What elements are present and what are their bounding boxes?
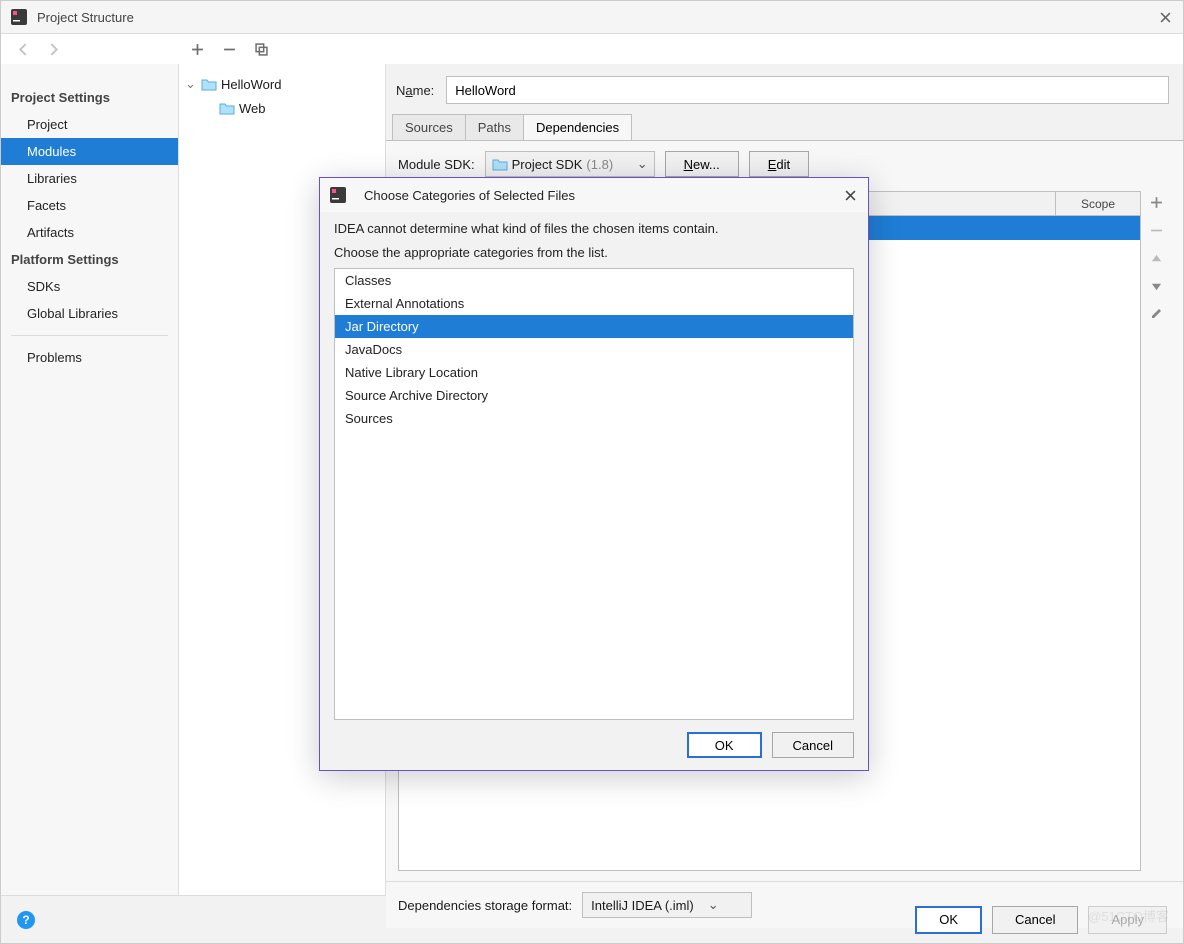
edit-icon[interactable]	[1147, 305, 1165, 323]
close-icon[interactable]	[1157, 9, 1173, 25]
close-icon[interactable]	[842, 187, 858, 203]
sidebar-item-sdks[interactable]: SDKs	[1, 273, 178, 300]
list-item[interactable]: Classes	[335, 269, 853, 292]
category-list[interactable]: ClassesExternal AnnotationsJar Directory…	[334, 268, 854, 720]
new-button[interactable]: New...	[665, 151, 739, 177]
move-down-icon[interactable]	[1147, 277, 1165, 295]
nav-row	[1, 34, 1183, 64]
dialog-cancel-button[interactable]: Cancel	[772, 732, 854, 758]
cancel-button[interactable]: Cancel	[992, 906, 1078, 934]
tab-dependencies[interactable]: Dependencies	[523, 114, 632, 140]
copy-icon[interactable]	[253, 41, 269, 57]
back-icon[interactable]	[15, 41, 31, 57]
column-scope[interactable]: Scope	[1056, 192, 1140, 215]
storage-format-label: Dependencies storage format:	[398, 898, 572, 913]
sidebar-item-artifacts[interactable]: Artifacts	[1, 219, 178, 246]
folder-icon	[219, 101, 235, 115]
sidebar-item-facets[interactable]: Facets	[1, 192, 178, 219]
remove-icon[interactable]	[221, 41, 237, 57]
edit-button[interactable]: Edit	[749, 151, 809, 177]
sidebar-item-project[interactable]: Project	[1, 111, 178, 138]
remove-icon[interactable]	[1147, 221, 1165, 239]
name-input[interactable]	[446, 76, 1169, 104]
list-item[interactable]: Source Archive Directory	[335, 384, 853, 407]
sidebar-item-global-libraries[interactable]: Global Libraries	[1, 300, 178, 327]
help-icon[interactable]: ?	[17, 911, 35, 929]
apply-button: Apply	[1088, 906, 1167, 934]
folder-icon	[201, 77, 217, 91]
sidebar-item-libraries[interactable]: Libraries	[1, 165, 178, 192]
platform-settings-header: Platform Settings	[1, 246, 178, 273]
tree-item-root[interactable]: ⌄ HelloWord	[179, 72, 385, 96]
forward-icon[interactable]	[45, 41, 61, 57]
sidebar-divider	[11, 335, 168, 336]
list-item[interactable]: Jar Directory	[335, 315, 853, 338]
module-sdk-dropdown[interactable]: Project SDK (1.8) ⌄	[485, 151, 655, 177]
add-icon[interactable]	[1147, 193, 1165, 211]
chevron-down-icon[interactable]: ⌄	[185, 76, 197, 92]
list-item[interactable]: Native Library Location	[335, 361, 853, 384]
add-icon[interactable]	[189, 41, 205, 57]
titlebar: Project Structure	[1, 1, 1183, 34]
tabs: Sources Paths Dependencies	[386, 114, 1183, 140]
list-item[interactable]: JavaDocs	[335, 338, 853, 361]
tree-item-web[interactable]: Web	[179, 96, 385, 120]
list-item[interactable]: Sources	[335, 407, 853, 430]
dialog-ok-button[interactable]: OK	[687, 732, 762, 758]
storage-format-dropdown[interactable]: IntelliJ IDEA (.iml) ⌄	[582, 892, 752, 918]
sidebar: Project Settings Project Modules Librari…	[1, 64, 179, 895]
sidebar-item-modules[interactable]: Modules	[1, 138, 178, 165]
dialog-description-1: IDEA cannot determine what kind of files…	[334, 220, 854, 238]
move-up-icon[interactable]	[1147, 249, 1165, 267]
name-label: Name:	[396, 83, 434, 98]
tab-paths[interactable]: Paths	[465, 114, 524, 140]
project-settings-header: Project Settings	[1, 84, 178, 111]
window-title: Project Structure	[37, 10, 1157, 25]
choose-categories-dialog: Choose Categories of Selected Files IDEA…	[319, 177, 869, 771]
dialog-description-2: Choose the appropriate categories from t…	[334, 244, 854, 262]
module-sdk-label: Module SDK:	[398, 157, 475, 172]
chevron-down-icon: ⌄	[708, 897, 719, 913]
dialog-title: Choose Categories of Selected Files	[364, 188, 842, 203]
sdk-version: (1.8)	[586, 157, 613, 172]
storage-format-value: IntelliJ IDEA (.iml)	[591, 898, 694, 913]
tree-item-label: Web	[239, 101, 266, 116]
app-icon	[11, 9, 27, 25]
chevron-down-icon: ⌄	[637, 156, 648, 172]
sdk-value: Project SDK	[512, 157, 583, 172]
app-icon	[330, 187, 346, 203]
sidebar-item-problems[interactable]: Problems	[1, 344, 178, 371]
ok-button[interactable]: OK	[915, 906, 982, 934]
tree-item-label: HelloWord	[221, 77, 281, 92]
folder-icon	[492, 157, 508, 171]
tab-sources[interactable]: Sources	[392, 114, 466, 140]
list-item[interactable]: External Annotations	[335, 292, 853, 315]
